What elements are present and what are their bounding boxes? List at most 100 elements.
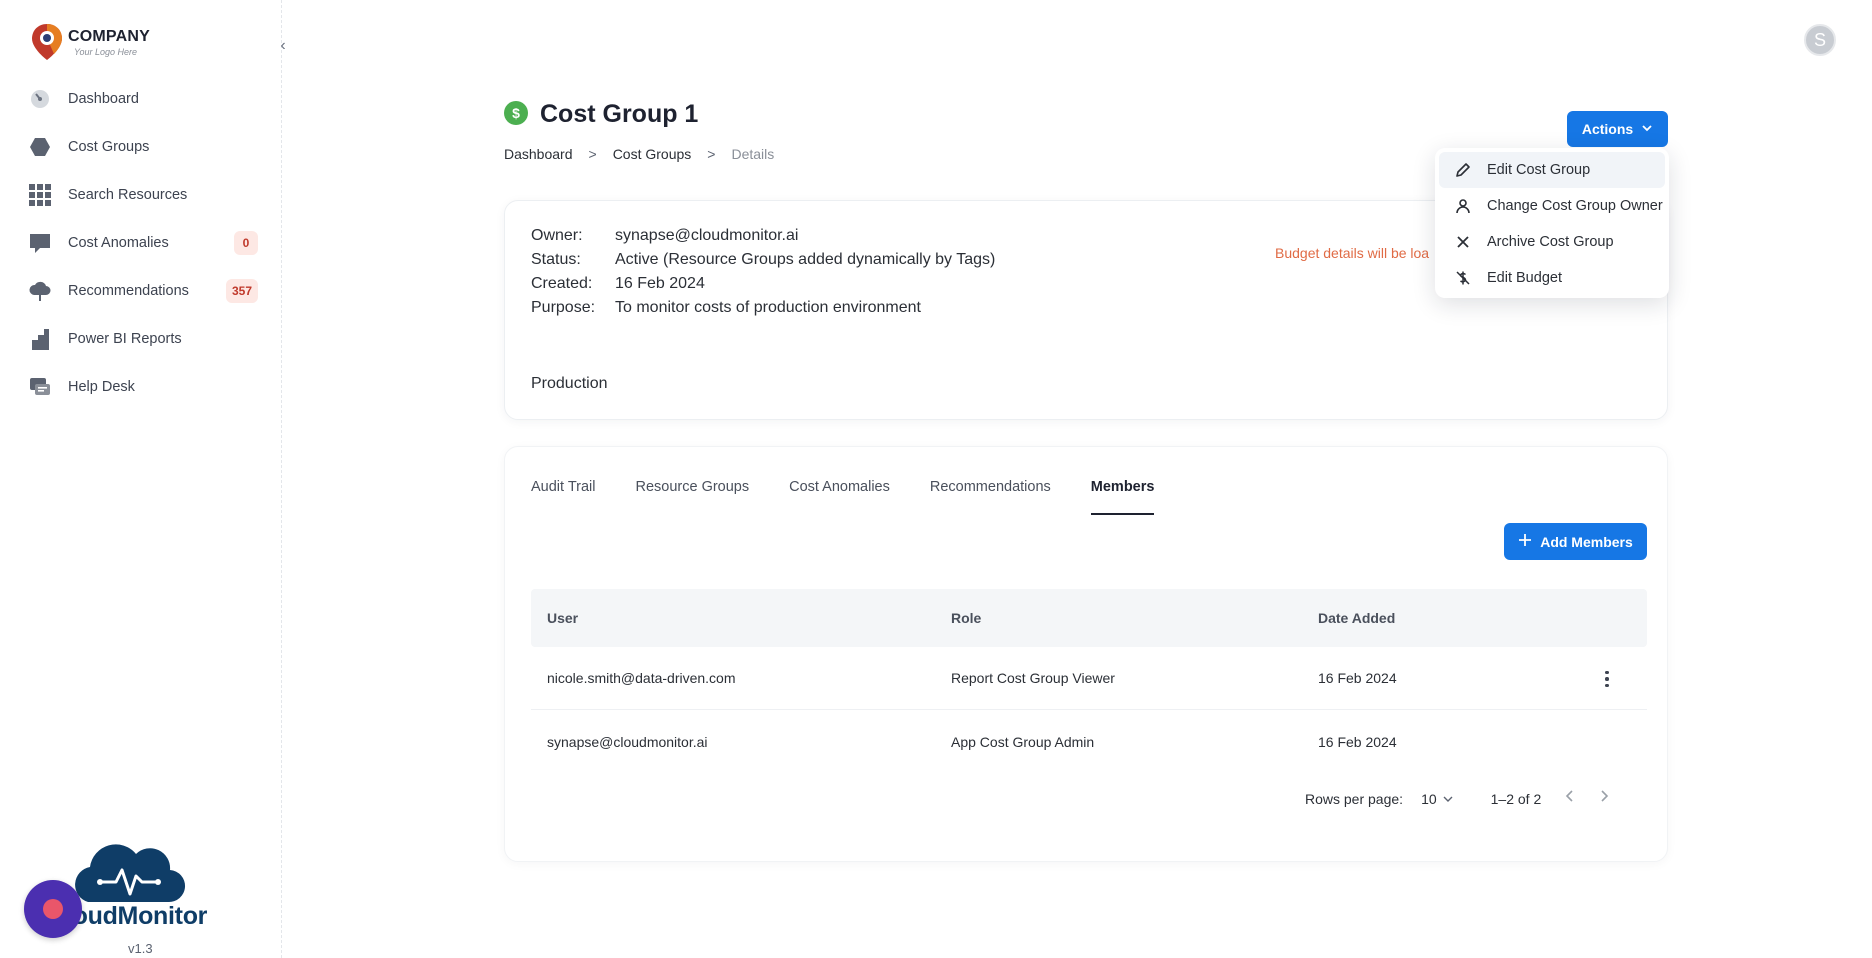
- sidebar-item-dashboard[interactable]: Dashboard: [0, 75, 282, 123]
- breadcrumb: Dashboard > Cost Groups > Details: [504, 146, 774, 162]
- sidebar-item-label: Power BI Reports: [68, 331, 182, 347]
- chat-icon: [28, 231, 52, 255]
- owner-row: Owner: synapse@cloudmonitor.ai: [531, 227, 798, 245]
- table-body: nicole.smith@data-driven.com Report Cost…: [531, 647, 1647, 773]
- purpose-key: Purpose:: [531, 299, 596, 316]
- add-members-button[interactable]: Add Members: [1504, 523, 1647, 560]
- chevron-left-icon: ‹: [280, 37, 286, 54]
- anomalies-count-badge: 0: [234, 231, 258, 255]
- table-header: User Role Date Added: [531, 589, 1647, 647]
- sidebar-item-cost-anomalies[interactable]: Cost Anomalies 0: [0, 219, 282, 267]
- breadcrumb-separator: >: [588, 146, 597, 162]
- sidebar-item-cost-groups[interactable]: Cost Groups: [0, 123, 282, 171]
- status-row: Status: Active (Resource Groups added dy…: [531, 251, 995, 269]
- tab-members[interactable]: Members: [1090, 465, 1154, 515]
- sidebar-item-help-desk[interactable]: Help Desk: [0, 363, 282, 411]
- menu-item-edit-cost-group[interactable]: Edit Cost Group: [1439, 152, 1665, 188]
- sidebar-item-label: Cost Anomalies: [68, 235, 169, 251]
- tab-recommendations[interactable]: Recommendations: [930, 465, 1051, 509]
- breadcrumb-cost-groups[interactable]: Cost Groups: [613, 146, 692, 162]
- sidebar-item-label: Help Desk: [68, 379, 135, 395]
- more-vertical-icon: [1605, 670, 1609, 675]
- menu-item-label: Archive Cost Group: [1487, 234, 1614, 250]
- menu-item-edit-budget[interactable]: Edit Budget: [1439, 260, 1665, 296]
- chevron-left-icon: [1566, 790, 1573, 802]
- sidebar-item-power-bi-reports[interactable]: Power BI Reports: [0, 315, 282, 363]
- no-money-icon: [1453, 268, 1473, 288]
- owner-key: Owner:: [531, 227, 583, 244]
- sidebar-nav: Dashboard Cost Groups Search Resources C…: [0, 75, 282, 411]
- page-range: 1–2 of 2: [1490, 790, 1542, 807]
- cell-role: App Cost Group Admin: [951, 733, 1095, 750]
- cell-date: 16 Feb 2024: [1318, 670, 1397, 686]
- sidebar-item-label: Cost Groups: [68, 139, 150, 155]
- cell-date: 16 Feb 2024: [1318, 733, 1397, 750]
- map-pin-logo-icon: [30, 22, 64, 62]
- actions-menu: Edit Cost Group Change Cost Group Owner …: [1435, 148, 1669, 298]
- chat-icon: [43, 899, 63, 919]
- product-name: loudMonitor: [66, 902, 208, 930]
- page-title: Cost Group 1: [540, 100, 699, 128]
- pagination: Rows per page: 10 1–2 of 2: [1305, 789, 1609, 808]
- column-header-user[interactable]: User: [531, 610, 951, 626]
- avatar[interactable]: S: [1804, 24, 1836, 56]
- chevron-down-icon: [1641, 121, 1653, 137]
- grid-icon: [28, 183, 52, 207]
- menu-item-archive-cost-group[interactable]: Archive Cost Group: [1439, 224, 1665, 260]
- cell-role: Report Cost Group Viewer: [951, 670, 1115, 686]
- purpose-value: To monitor costs of production environme…: [615, 299, 921, 316]
- gauge-icon: [28, 87, 52, 111]
- tab-cost-anomalies[interactable]: Cost Anomalies: [789, 465, 890, 509]
- close-icon: [1453, 232, 1473, 252]
- brand-name: COMPANY: [68, 27, 150, 45]
- row-menu-button[interactable]: [1597, 667, 1617, 691]
- collapse-sidebar-button[interactable]: ‹: [273, 36, 293, 56]
- budget-loading-message: Budget details will be loa: [1275, 245, 1430, 261]
- menu-item-label: Change Cost Group Owner: [1487, 198, 1663, 214]
- brand-tagline: Your Logo Here: [74, 46, 138, 57]
- breadcrumb-dashboard[interactable]: Dashboard: [504, 146, 573, 162]
- person-icon: [1453, 196, 1473, 216]
- owner-value: synapse@cloudmonitor.ai: [615, 227, 799, 244]
- column-header-date-added[interactable]: Date Added: [1318, 610, 1578, 626]
- add-members-label: Add Members: [1540, 533, 1633, 550]
- created-key: Created:: [531, 275, 593, 292]
- created-value: 16 Feb 2024: [615, 275, 705, 292]
- chevron-down-icon: [1443, 791, 1453, 807]
- breadcrumb-separator: >: [707, 146, 716, 162]
- breadcrumb-details: Details: [731, 146, 775, 162]
- pencil-icon: [1453, 160, 1473, 180]
- previous-page-button[interactable]: [1565, 789, 1575, 808]
- plus-icon: [1518, 533, 1532, 550]
- rows-per-page-select[interactable]: 10: [1421, 791, 1453, 807]
- rows-per-page-label: Rows per page:: [1305, 790, 1404, 807]
- purpose-row: Purpose: To monitor costs of production …: [531, 299, 921, 317]
- next-page-button[interactable]: [1599, 789, 1609, 808]
- actions-label: Actions: [1581, 121, 1634, 137]
- tab-audit-trail[interactable]: Audit Trail: [531, 465, 595, 509]
- actions-button[interactable]: Actions: [1567, 111, 1668, 147]
- brand-logo[interactable]: COMPANY Your Logo Here: [30, 22, 150, 62]
- tabs-card: Audit Trail Resource Groups Cost Anomali…: [504, 446, 1668, 862]
- chart-icon: [28, 327, 52, 351]
- members-table: User Role Date Added nicole.smith@data-d…: [531, 589, 1647, 773]
- sidebar-item-search-resources[interactable]: Search Resources: [0, 171, 282, 219]
- sidebar-item-label: Dashboard: [68, 91, 139, 107]
- chat-launcher-button[interactable]: [24, 880, 82, 938]
- cell-user: synapse@cloudmonitor.ai: [547, 733, 708, 750]
- tab-bar: Audit Trail Resource Groups Cost Anomali…: [531, 465, 1194, 515]
- recommendations-count-badge: 357: [225, 279, 258, 303]
- cell-user: nicole.smith@data-driven.com: [547, 670, 736, 686]
- hexagon-icon: [28, 135, 52, 159]
- created-row: Created: 16 Feb 2024: [531, 275, 705, 293]
- cloud-icon: [28, 279, 52, 303]
- sidebar-item-recommendations[interactable]: Recommendations 357: [0, 267, 282, 315]
- menu-item-label: Edit Budget: [1487, 270, 1562, 286]
- menu-item-change-owner[interactable]: Change Cost Group Owner: [1439, 188, 1665, 224]
- sidebar-item-label: Search Resources: [68, 187, 188, 203]
- status-value: Active (Resource Groups added dynamicall…: [615, 251, 996, 268]
- tab-resource-groups[interactable]: Resource Groups: [635, 465, 749, 509]
- rows-per-page-value: 10: [1421, 790, 1437, 807]
- column-header-role[interactable]: Role: [951, 610, 1318, 626]
- chevron-right-icon: [1601, 790, 1609, 802]
